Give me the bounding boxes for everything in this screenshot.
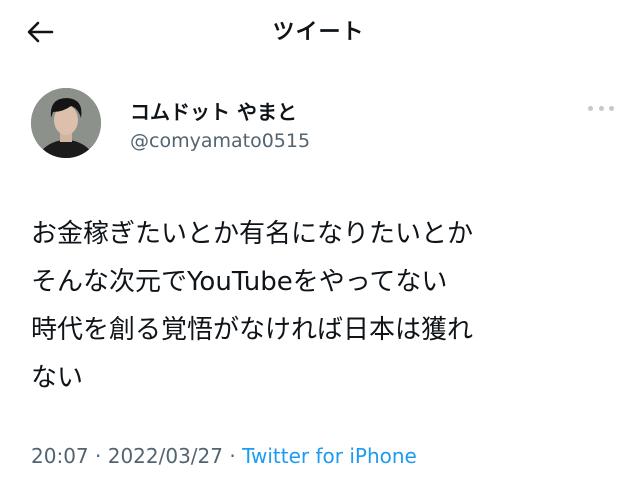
avatar-image bbox=[31, 88, 101, 158]
tweet-source-link[interactable]: Twitter for iPhone bbox=[242, 444, 417, 468]
meta-separator: · bbox=[88, 444, 108, 468]
tweet-date[interactable]: 2022/03/27 bbox=[108, 444, 223, 468]
tweet-time[interactable]: 20:07 bbox=[31, 444, 89, 468]
more-options-button[interactable] bbox=[588, 100, 614, 116]
top-bar: ツイート bbox=[0, 0, 637, 62]
author-handle[interactable]: @comyamato0515 bbox=[130, 130, 310, 152]
tweet-text: お金稼ぎたいとか有名になりたいとか そんな次元でYouTubeをやってない 時代… bbox=[31, 219, 474, 393]
tweet-meta: 20:07 · 2022/03/27 · Twitter for iPhone bbox=[31, 444, 417, 468]
author-display-name[interactable]: コムドット やまと bbox=[130, 96, 297, 125]
page-title: ツイート bbox=[272, 20, 365, 45]
meta-separator: · bbox=[223, 444, 243, 468]
more-dots-icon bbox=[588, 105, 593, 111]
avatar[interactable] bbox=[31, 88, 101, 158]
